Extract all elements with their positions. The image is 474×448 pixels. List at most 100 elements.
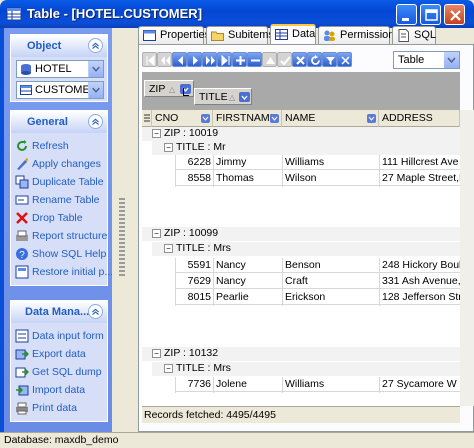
cell-name[interactable]: Craft [285,275,377,287]
minimize-button[interactable] [396,4,417,25]
column-header-address[interactable]: ADDRESS [379,110,460,127]
table-row[interactable]: 8015 Pearlie Erickson 128 Jefferson Str [175,290,460,305]
rename-table-action[interactable]: Rename Table [11,191,107,209]
cell-cno[interactable]: 8558 [175,172,211,184]
drop-table-action[interactable]: Drop Table [11,209,107,227]
post-edit-button[interactable] [277,52,292,67]
data-grid[interactable]: CNO FIRSTNAME NAME ADDRESS − ZIP : 10019… [142,110,460,406]
collapse-icon[interactable]: − [164,143,173,152]
collapse-icon[interactable]: − [164,364,173,373]
cell-cno[interactable]: 6228 [175,156,211,168]
cell-firstname[interactable]: Pearlie [216,291,280,303]
collapse-chevron-icon[interactable] [88,304,103,319]
cell-cno[interactable]: 5591 [175,259,211,271]
prev-page-button[interactable] [157,52,172,67]
column-header-name[interactable]: NAME [282,110,379,127]
refresh-data-button[interactable] [307,52,322,67]
splitter-grip[interactable] [119,198,125,278]
chevron-down-icon[interactable] [88,82,103,98]
cell-cno[interactable]: 7629 [175,275,211,287]
next-record-button[interactable] [187,52,202,67]
restore-initial-action[interactable]: Restore initial p... [11,263,113,281]
collapse-icon[interactable]: − [152,129,161,138]
cell-name[interactable]: Wilson [285,172,377,184]
table-row[interactable]: 7736 Jolene Williams 27 Sycamore W [175,377,460,392]
report-structure-action[interactable]: Report structure [11,227,107,245]
get-sql-dump-action[interactable]: Get SQL dump [11,363,107,381]
data-management-group-header[interactable]: Data Mana... [11,301,107,323]
print-data-action[interactable]: Print data [11,399,107,417]
edit-record-button[interactable] [262,52,277,67]
collapse-icon[interactable]: − [164,244,173,253]
table-row[interactable]: 8558 Thomas Wilson 27 Maple Street,E [175,171,460,186]
general-group-header[interactable]: General [11,111,107,133]
import-data-action[interactable]: Import data [11,381,107,399]
collapse-chevron-icon[interactable] [88,114,103,129]
export-data-action[interactable]: Export data [11,345,107,363]
cell-firstname[interactable]: Thomas [216,172,280,184]
group-by-panel[interactable]: ZIP △ TITLE △ [142,72,460,110]
insert-record-button[interactable] [232,52,247,67]
table-select[interactable]: CUSTOMER [16,81,104,99]
group-row-title[interactable]: − TITLE : Mrs [152,242,460,256]
collapse-icon[interactable]: − [152,229,161,238]
table-row[interactable]: 7629 Nancy Craft 331 Ash Avenue, [175,274,460,289]
column-dropdown-icon[interactable] [367,114,376,123]
tab-subitems[interactable]: Subitems [206,26,274,44]
delete-record-button[interactable] [247,52,262,67]
data-input-form-action[interactable]: Data input form [11,327,107,345]
cell-name[interactable]: Williams [285,378,377,390]
cancel-edit-button[interactable] [292,52,307,67]
cell-address[interactable]: 27 Sycamore W [382,378,460,390]
cell-address[interactable]: 128 Jefferson Str [382,291,460,303]
view-mode-select[interactable]: Table [393,51,460,69]
cell-firstname[interactable]: Jolene [216,378,280,390]
chevron-down-icon[interactable] [444,52,459,68]
group-row-title[interactable]: − TITLE : Mr [152,141,460,155]
table-row[interactable]: 5591 Nancy Benson 248 Hickory Boul [175,258,460,273]
tab-sql[interactable]: SQL [392,26,436,44]
cell-address[interactable]: 27 Maple Street,E [382,172,460,184]
column-header-cno[interactable]: CNO [152,110,213,127]
column-dropdown-icon[interactable] [201,114,210,123]
column-dropdown-icon[interactable] [270,114,279,123]
cell-cno[interactable]: 7736 [175,378,211,390]
tab-data[interactable]: Data [270,24,316,45]
collapse-icon[interactable]: − [152,349,161,358]
cell-address[interactable]: 331 Ash Avenue, [382,275,460,287]
cell-firstname[interactable]: Jimmy [216,156,280,168]
next-page-button[interactable] [202,52,217,67]
group-by-title-button[interactable]: TITLE △ [194,88,252,105]
cell-firstname[interactable]: Nancy [216,259,280,271]
cell-cno[interactable]: 8015 [175,291,211,303]
close-button[interactable] [444,4,465,25]
dropdown-icon[interactable] [239,92,250,102]
clear-filter-button[interactable] [337,52,352,67]
group-row-title[interactable]: − TITLE : Mrs [152,362,460,376]
refresh-action[interactable]: Refresh [11,137,107,155]
maximize-button[interactable] [420,4,441,25]
group-row-zip[interactable]: − ZIP : 10019 [142,127,460,141]
collapse-chevron-icon[interactable] [88,38,103,53]
panel-splitter[interactable] [112,28,132,432]
column-header-firstname[interactable]: FIRSTNAME [213,110,282,127]
first-record-button[interactable] [142,52,157,67]
cell-address[interactable]: 248 Hickory Boul [382,259,460,271]
grid-vertical-scrollbar[interactable] [460,110,474,406]
group-row-zip[interactable]: − ZIP : 10132 [142,347,460,361]
chevron-down-icon[interactable] [88,61,103,77]
cell-address[interactable]: 111 Hillcrest Ave [382,156,460,168]
title-bar[interactable]: Table - [HOTEL.CUSTOMER] [0,0,474,28]
cell-firstname[interactable]: Nancy [216,275,280,287]
object-group-header[interactable]: Object [11,35,107,57]
cell-name[interactable]: Benson [285,259,377,271]
prev-record-button[interactable] [172,52,187,67]
duplicate-table-action[interactable]: Duplicate Table [11,173,107,191]
tab-properties[interactable]: Properties [138,26,210,44]
group-row-zip[interactable]: − ZIP : 10099 [142,227,460,241]
database-select[interactable]: HOTEL [16,60,104,78]
filter-button[interactable] [322,52,337,67]
cell-name[interactable]: Erickson [285,291,377,303]
apply-changes-action[interactable]: Apply changes [11,155,107,173]
table-row[interactable]: 6228 Jimmy Williams 111 Hillcrest Ave [175,155,460,170]
